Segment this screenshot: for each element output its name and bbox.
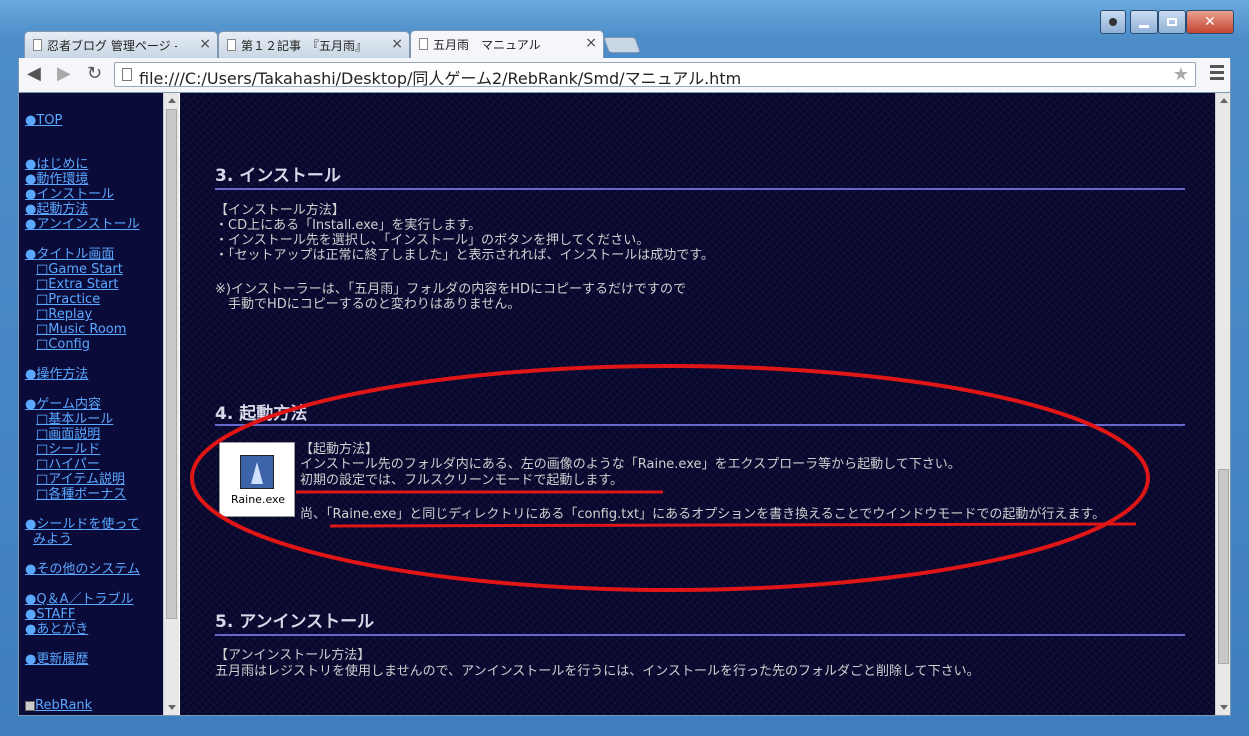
sidebar-link[interactable]: みよう <box>33 532 72 547</box>
minimize-button[interactable] <box>1130 10 1158 34</box>
sidebar-link[interactable]: ●起動方法 <box>25 202 88 217</box>
scroll-up-icon[interactable] <box>1220 98 1228 103</box>
back-icon[interactable]: ◀ <box>27 64 41 84</box>
user-icon-button[interactable] <box>1100 10 1126 34</box>
sidebar-link-rebrank[interactable]: RebRank <box>35 698 92 713</box>
sidebar-sublink[interactable]: □Practice <box>36 292 100 307</box>
sidebar-link-top[interactable]: ●TOP <box>25 113 62 128</box>
rebrank-logo-icon <box>25 701 35 711</box>
page-icon <box>122 68 132 81</box>
sidebar-link[interactable]: ●更新履歴 <box>25 652 88 667</box>
sidebar-link[interactable]: ●タイトル画面 <box>25 247 114 262</box>
sidebar-sublink[interactable]: □基本ルール <box>36 412 113 427</box>
scroll-down-icon[interactable] <box>1220 705 1228 710</box>
toolbar: ◀ ▶ ↻ file:///C:/Users/Takahashi/Desktop… <box>18 58 1231 92</box>
sidebar-sublink[interactable]: □Config <box>36 337 90 352</box>
tab-label: 忍者ブログ 管理ページ - <box>47 38 177 53</box>
menu-icon[interactable] <box>1210 65 1224 83</box>
tab-label: 五月雨 マニュアル <box>433 38 541 52</box>
sidebar-sublink[interactable]: □アイテム説明 <box>36 472 125 487</box>
sidebar-scrollbar[interactable] <box>163 93 179 715</box>
maximize-button[interactable] <box>1158 10 1186 34</box>
sidebar-sublink[interactable]: □ハイパー <box>36 457 100 472</box>
url-text: file:///C:/Users/Takahashi/Desktop/同人ゲーム… <box>139 69 742 88</box>
sidebar-link[interactable]: ●シールドを使って <box>25 517 140 532</box>
close-tab-icon[interactable]: × <box>391 36 403 52</box>
sidebar-link[interactable]: ●はじめに <box>25 157 88 172</box>
sidebar-sublink[interactable]: □Music Room <box>36 322 126 337</box>
sidebar-link[interactable]: ●動作環境 <box>25 172 88 187</box>
reload-icon[interactable]: ↻ <box>87 64 102 84</box>
sidebar-link[interactable]: ●その他のシステム <box>25 562 140 577</box>
address-bar[interactable]: file:///C:/Users/Takahashi/Desktop/同人ゲーム… <box>114 62 1196 88</box>
red-annotation <box>190 364 1150 592</box>
new-tab-button[interactable] <box>603 37 641 53</box>
sidebar-link[interactable]: ●インストール <box>25 187 114 202</box>
red-circle-annotation <box>190 364 1150 592</box>
red-underline-annotation <box>329 522 1137 528</box>
scroll-up-icon[interactable] <box>168 98 176 103</box>
scroll-thumb[interactable] <box>1218 469 1229 664</box>
star-icon[interactable]: ★ <box>1173 64 1189 85</box>
browser-window: ✕ 忍者ブログ 管理ページ - × 第１２記事 『五月雨』 × 五月雨 マニュア… <box>0 0 1249 736</box>
page-icon <box>419 38 428 50</box>
sidebar-link[interactable]: ●STAFF <box>25 607 75 622</box>
sidebar-sublink[interactable]: □Game Start <box>36 262 123 277</box>
forward-icon[interactable]: ▶ <box>57 64 71 84</box>
scroll-down-icon[interactable] <box>168 705 176 710</box>
page-icon <box>33 39 42 51</box>
main-scrollbar[interactable] <box>1215 93 1230 715</box>
close-tab-icon[interactable]: × <box>585 35 597 51</box>
sidebar-frame: ●TOP ●はじめに ●動作環境 ●インストール ●起動方法 ●アンインストール… <box>19 93 167 715</box>
sidebar-link[interactable]: ●あとがき <box>25 622 88 637</box>
sidebar-link[interactable]: ●アンインストール <box>25 217 140 232</box>
scroll-thumb[interactable] <box>166 109 177 619</box>
page-content: ●TOP ●はじめに ●動作環境 ●インストール ●起動方法 ●アンインストール… <box>18 92 1231 716</box>
sidebar-link[interactable]: ●ゲーム内容 <box>25 397 101 412</box>
close-button[interactable]: ✕ <box>1186 10 1234 34</box>
sidebar-sublink[interactable]: □Replay <box>36 307 92 322</box>
sidebar-link[interactable]: ●Q＆A／トラブル <box>25 592 133 607</box>
sidebar-link[interactable]: ●操作方法 <box>25 367 88 382</box>
sidebar-sublink[interactable]: □画面説明 <box>36 427 100 442</box>
close-tab-icon[interactable]: × <box>199 36 211 52</box>
tab-ninja-blog[interactable]: 忍者ブログ 管理ページ - × <box>24 31 218 58</box>
page-icon <box>227 39 236 51</box>
tab-label: 第１２記事 『五月雨』 <box>241 38 368 53</box>
tab-article[interactable]: 第１２記事 『五月雨』 × <box>218 31 410 58</box>
sidebar-sublink[interactable]: □Extra Start <box>36 277 119 292</box>
main-frame: 3. インストール 【インストール方法】 ・CD上にある「Install.exe… <box>180 93 1215 715</box>
sidebar-sublink[interactable]: □各種ボーナス <box>36 487 126 502</box>
tab-manual[interactable]: 五月雨 マニュアル × <box>410 30 604 58</box>
sidebar-sublink[interactable]: □シールド <box>36 442 100 457</box>
